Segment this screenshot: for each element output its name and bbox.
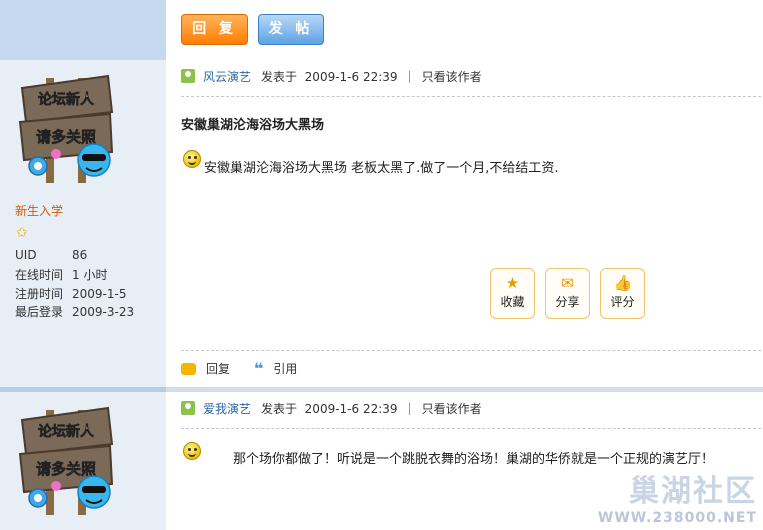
smiley-icon [183,150,201,168]
reply-link[interactable]: 回复 [206,360,230,377]
favorite-button[interactable]: ★ 收藏 [490,268,535,319]
avatar[interactable]: 论坛新人 请多关照 [16,70,116,188]
avatar[interactable]: 论坛新人 请多关照 [16,402,116,520]
user-rank: 新生入学 [15,204,64,218]
quote-icon: ❝ [254,358,264,378]
site-watermark: 巢湖社区 WWW.238000.NET [598,466,757,526]
post-2-author-sidebar: 论坛新人 请多关照 [0,392,166,530]
stat-last-login: 最后登录 2009-3-23 [15,305,135,319]
divider: | [407,69,412,83]
user-icon [181,401,195,415]
toolbar: 回 复 发 帖 [0,0,763,60]
post-body: 安徽巢湖沦海浴场大黑场 老板太黑了.做了一个月,不给结工资. [204,161,559,176]
post-title: 安徽巢湖沦海浴场大黑场 [181,118,325,133]
smiley-icon [183,442,201,460]
share-button[interactable]: ✉ 分享 [545,268,590,319]
svg-text:请多关照: 请多关照 [36,128,96,146]
only-author-link[interactable]: 只看该作者 [422,400,482,417]
post-body: 那个场你都做了！听说是一个跳脱衣舞的浴场！巢湖的华侨就是一个正规的演艺厅！ [233,452,715,467]
rate-button[interactable]: 👍 评分 [600,268,645,319]
user-icon [181,69,195,83]
star-icon: ✩ [16,225,28,241]
reply-button[interactable]: 回 复 [181,14,248,45]
toolbar-right-pane [166,0,763,60]
divider-line [181,96,761,97]
svg-text:论坛新人: 论坛新人 [38,423,95,440]
watermark-name: 巢湖社区 [629,474,757,509]
post-1-author-sidebar: 论坛新人 请多关照 新生入学 ✩ UID 86 在线时间 1 小时 注册时间 2009… [0,60,166,387]
quote-link[interactable]: 引用 [273,360,297,377]
posted-time: 发表于 2009-1-6 22:39 [261,401,398,416]
svg-text:论坛新人: 论坛新人 [38,91,95,108]
thumb-icon: 👍 [613,274,633,292]
posted-time: 发表于 2009-1-6 22:39 [261,69,398,84]
post-1-content: 风云演艺 发表于 2009-1-6 22:39 | 只看该作者 安徽巢湖沦海浴场… [166,60,763,387]
stat-uid: UID 86 [15,248,88,262]
watermark-url: WWW.238000.NET [597,510,757,526]
envelope-icon: ✉ [561,274,574,292]
new-post-button[interactable]: 发 帖 [258,14,324,45]
divider-line [181,428,761,429]
author-link[interactable]: 风云演艺 [203,68,251,85]
stat-register-date: 注册时间 2009-1-5 [15,287,127,301]
author-link[interactable]: 爱我演艺 [203,400,251,417]
post-footer: 回复 ❝ 引用 [181,360,297,377]
divider-line [181,350,761,351]
only-author-link[interactable]: 只看该作者 [422,68,482,85]
post-header: 爱我演艺 发表于 2009-1-6 22:39 | 只看该作者 [181,400,482,416]
toolbar-left-pane [0,0,166,60]
stat-online-time: 在线时间 1 小时 [15,268,108,282]
svg-text:请多关照: 请多关照 [36,460,96,478]
post-header: 风云演艺 发表于 2009-1-6 22:39 | 只看该作者 [181,68,482,84]
star-icon: ★ [505,274,520,292]
divider: | [407,401,412,415]
reply-icon [181,362,196,375]
